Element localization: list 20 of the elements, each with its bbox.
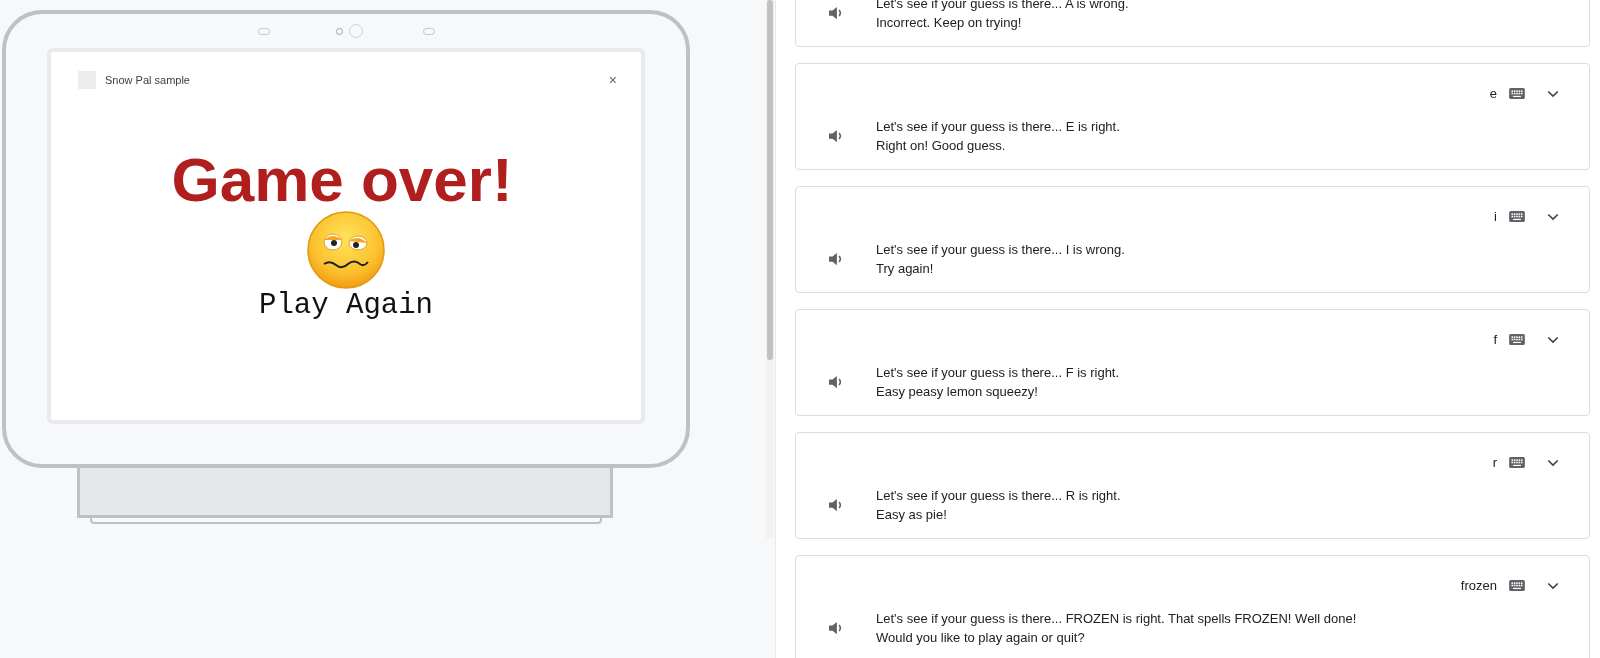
play-again-button[interactable]: Play Again [259,290,433,322]
response-text: Right on! Good guess. [876,137,1007,155]
app-title: Snow Pal sample [105,74,191,86]
response-text: Easy peasy lemon squeezy! [876,383,1039,401]
response-text: Let's see if your guess is there... E is right. [876,118,1120,136]
response-text: Let's see if your guess is there... I is wrong. [876,241,1125,259]
response-text: Would you like to play again or quit? [876,629,1086,647]
user-query: e [1489,86,1497,101]
user-query: frozen [1460,578,1497,593]
user-query: f [1493,332,1497,347]
close-button[interactable]: × [608,72,617,88]
response-text: Easy as pie! [876,506,948,524]
response-text: Let's see if your guess is there... F is right. [876,364,1120,382]
response-text: Let's see if your guess is there... R is right. [876,487,1121,505]
response-text: Let's see if your guess is there... FROZEN is right. That spells FROZEN! Well done! [876,610,1357,628]
user-query: r [1492,455,1497,470]
user-query: i [1494,209,1497,224]
game-over-heading: Game over! [171,144,513,216]
response-text: Try again! [876,260,935,278]
response-text: Incorrect. Keep on trying! [876,14,1023,32]
